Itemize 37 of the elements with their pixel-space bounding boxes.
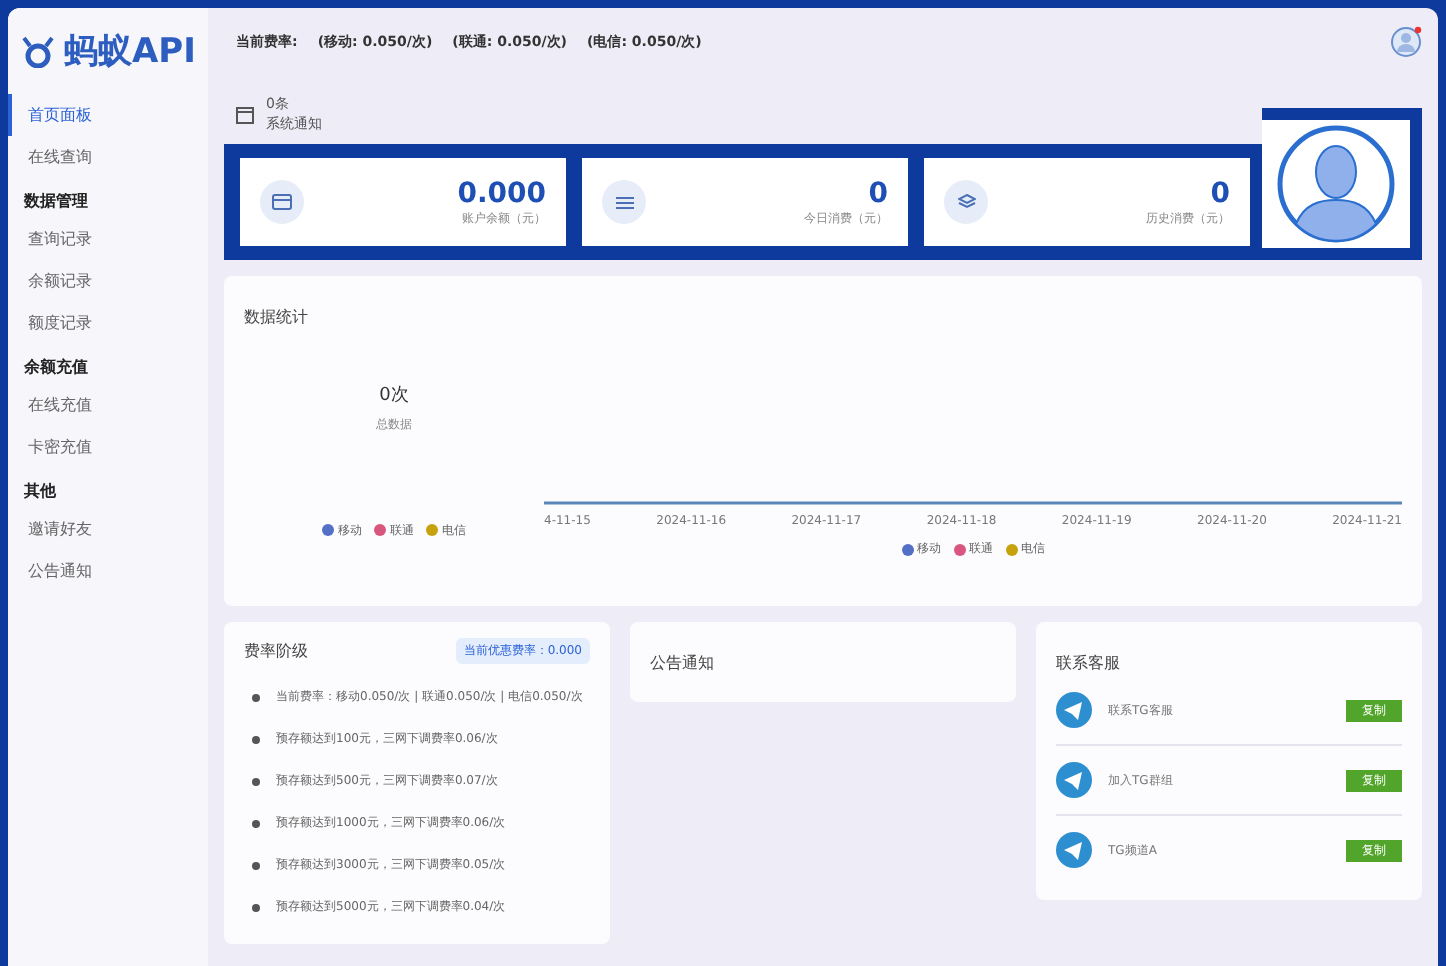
sidebar-item[interactable]: 首页面板	[8, 94, 208, 136]
paper-plane-icon	[1056, 832, 1092, 868]
sidebar-item[interactable]: 卡密充值	[8, 426, 208, 468]
sidebar-section-heading: 其他	[22, 480, 58, 504]
bullet-icon	[252, 735, 260, 743]
bullet-icon	[252, 861, 260, 869]
ant-logo-icon	[20, 35, 56, 67]
avatar-silhouette-icon	[1276, 124, 1396, 244]
bullet-icon	[252, 903, 260, 911]
bullet-icon	[252, 693, 260, 701]
sidebar-section-heading: 余额充值	[22, 356, 90, 380]
total-count: 0次	[379, 383, 409, 407]
stat-value: 0.000	[457, 177, 546, 209]
stat-value: 0	[868, 177, 888, 209]
sidebar-item[interactable]: 额度记录	[8, 302, 208, 344]
brand-name: 蚂蚁API	[64, 30, 196, 74]
stat-value: 0	[1210, 177, 1230, 209]
panel-title: 数据统计	[244, 308, 308, 326]
layers-icon	[957, 194, 975, 210]
bullet-icon	[252, 819, 260, 827]
sidebar-item[interactable]: 公告通知	[8, 550, 208, 592]
paper-plane-icon	[1056, 692, 1092, 728]
panel-title: 费率阶级	[244, 640, 308, 662]
sidebar-section-heading: 数据管理	[22, 190, 90, 214]
paper-plane-icon	[1056, 762, 1092, 798]
sidebar-item[interactable]: 在线查询	[8, 136, 208, 178]
bullet-icon	[252, 777, 260, 785]
sidebar-item[interactable]: 查询记录	[8, 218, 208, 260]
calendar-icon	[236, 105, 254, 123]
list-icon	[615, 195, 633, 209]
sidebar-item[interactable]: 在线充值	[8, 384, 208, 426]
panel-title: 联系客服	[1056, 654, 1120, 672]
card-icon	[272, 194, 292, 210]
sidebar-item[interactable]: 邀请好友	[8, 508, 208, 550]
sidebar-item[interactable]: 余额记录	[8, 260, 208, 302]
user-avatar-icon[interactable]	[1390, 26, 1422, 58]
panel-title: 公告通知	[650, 654, 714, 672]
